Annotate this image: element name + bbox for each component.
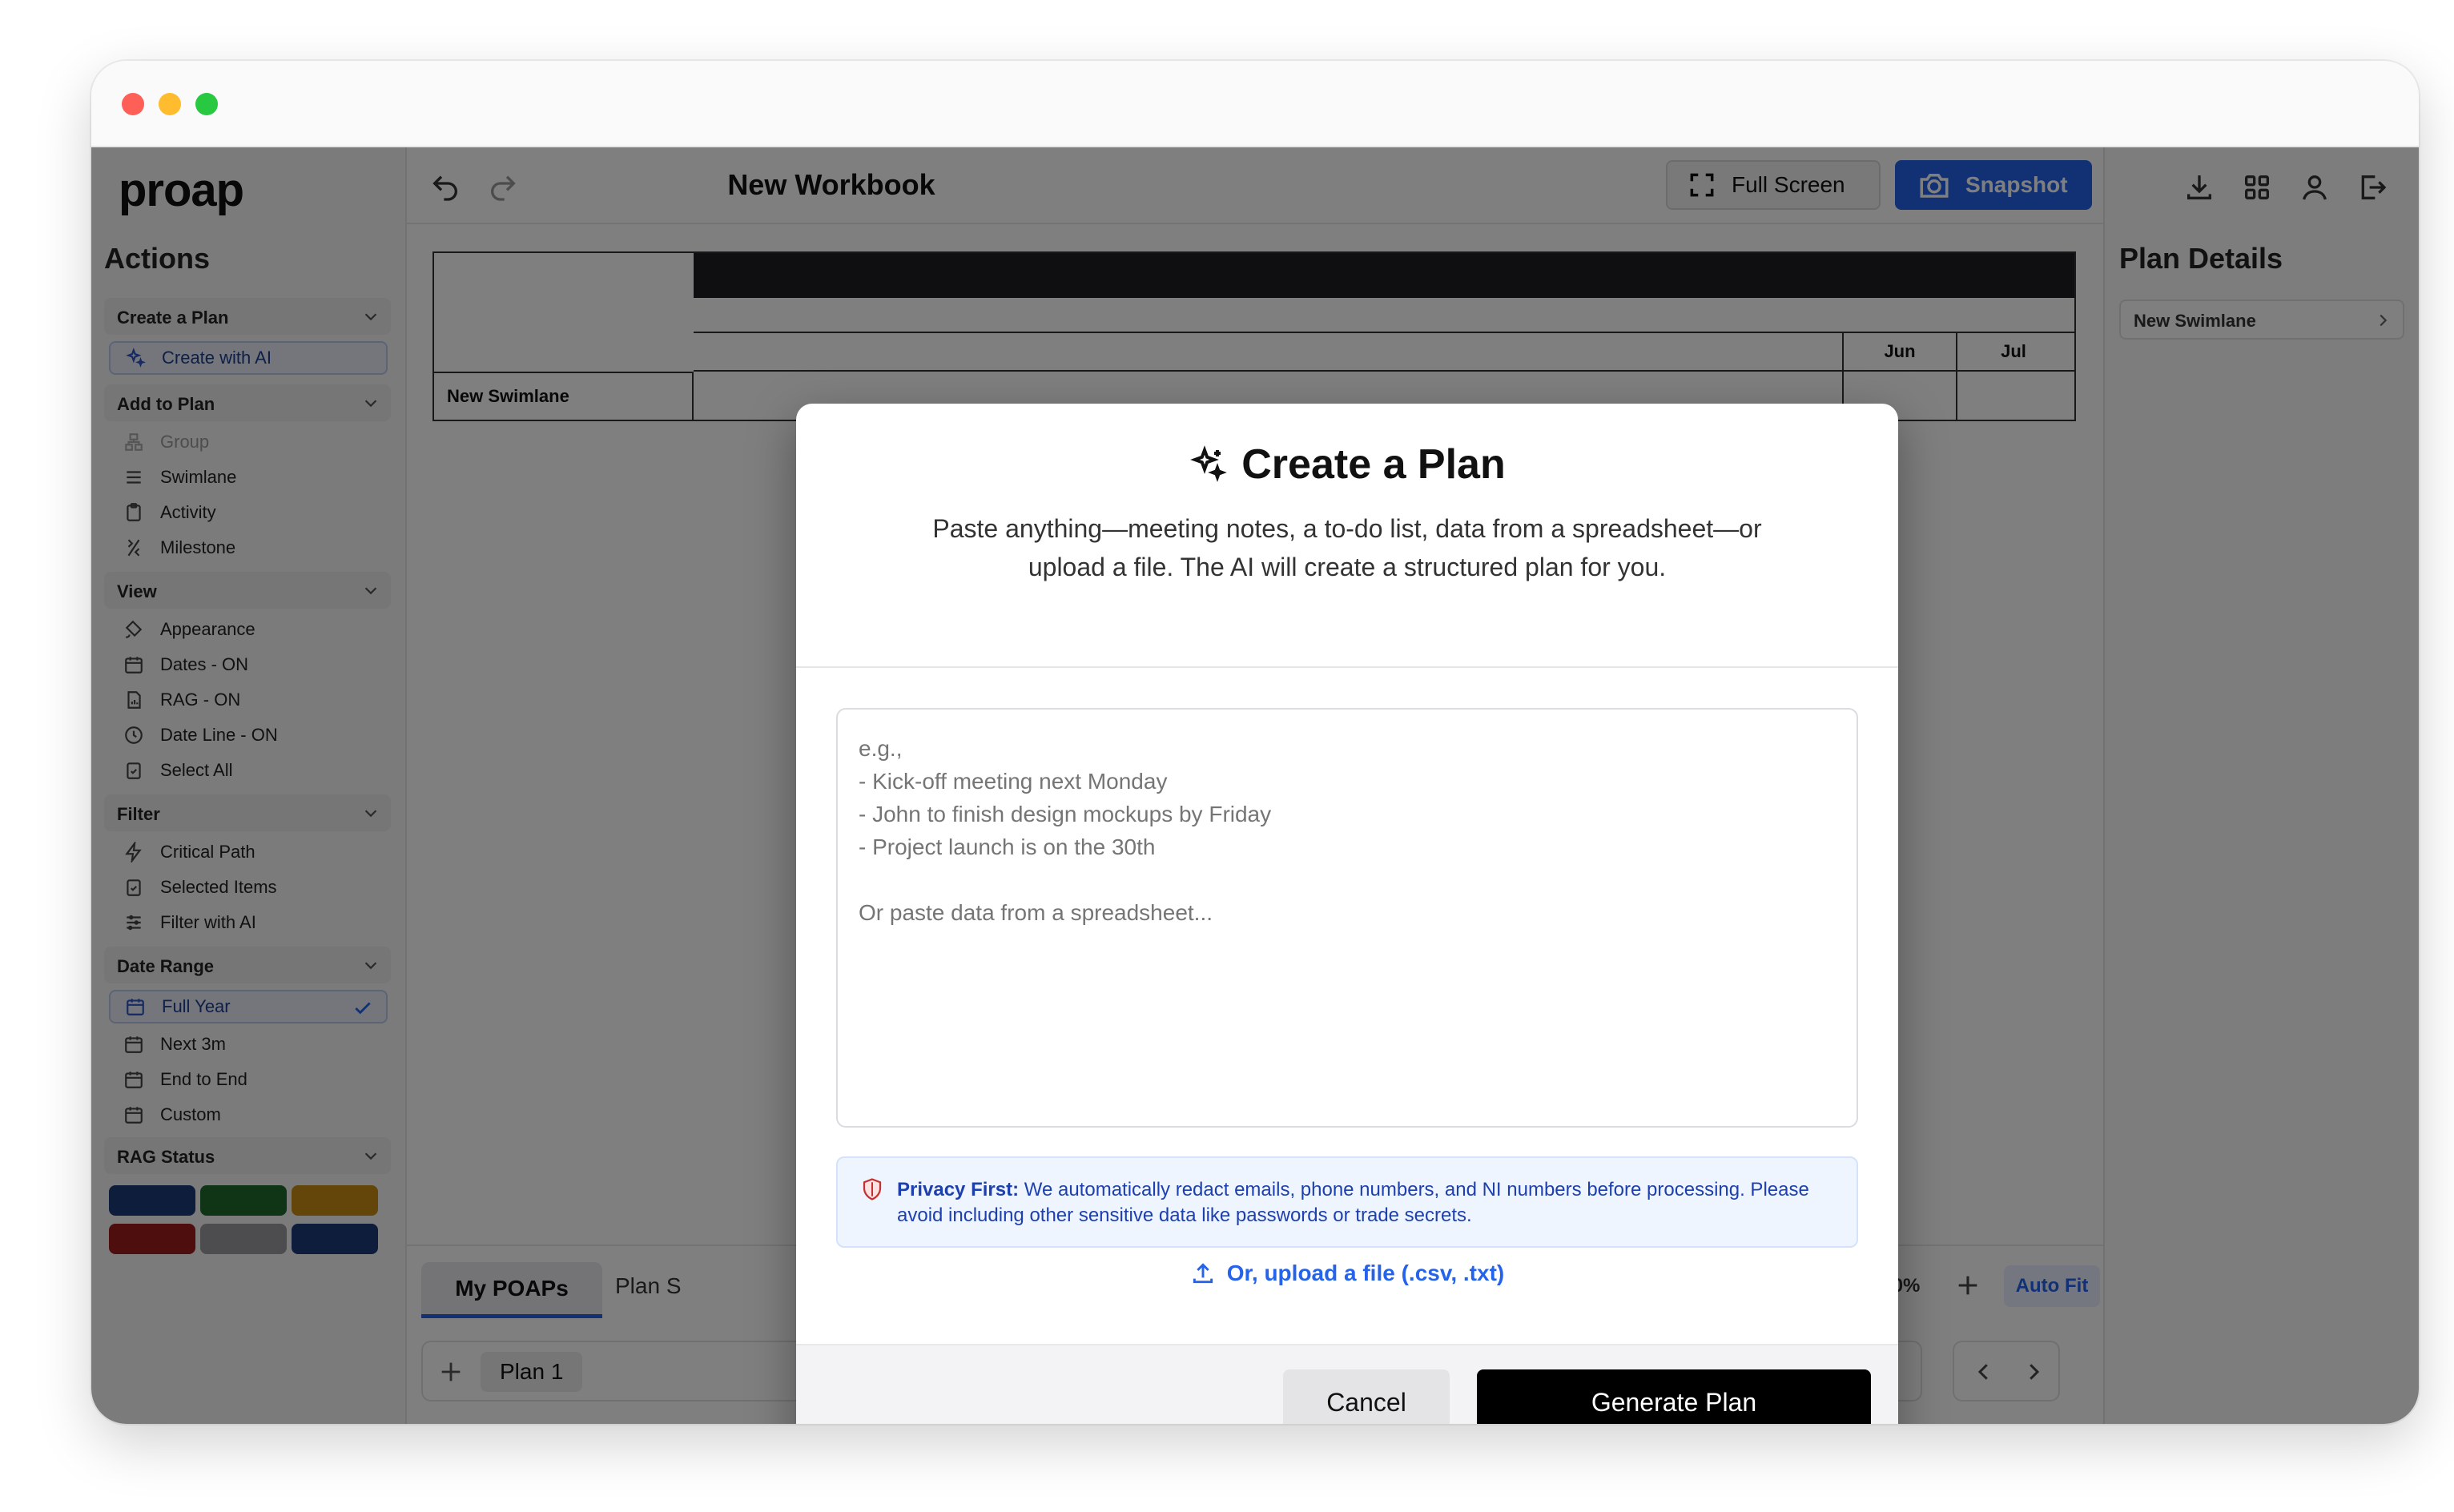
dialog-description: Paste anything—meeting notes, a to-do li… bbox=[932, 514, 1762, 581]
dialog-footer: Cancel Generate Plan bbox=[796, 1344, 1898, 1424]
close-window-button[interactable] bbox=[122, 93, 144, 115]
minimize-window-button[interactable] bbox=[159, 93, 181, 115]
app-body: proap Actions Create a Plan Create with … bbox=[91, 147, 2419, 1424]
cancel-button[interactable]: Cancel bbox=[1283, 1369, 1450, 1424]
shield-icon bbox=[863, 1178, 882, 1200]
privacy-text: We automatically redact emails, phone nu… bbox=[897, 1179, 1809, 1226]
upload-label: Or, upload a file (.csv, .txt) bbox=[1226, 1261, 1505, 1285]
privacy-label: Privacy First: bbox=[897, 1179, 1020, 1200]
privacy-notice: Privacy First: We automatically redact e… bbox=[836, 1156, 1858, 1248]
zoom-window-button[interactable] bbox=[195, 93, 218, 115]
dialog-title: Create a Plan bbox=[796, 440, 1898, 489]
upload-icon bbox=[1193, 1263, 1213, 1284]
dialog-title-text: Create a Plan bbox=[1241, 441, 1506, 488]
generate-plan-button[interactable]: Generate Plan bbox=[1477, 1369, 1871, 1424]
app-window: proap Actions Create a Plan Create with … bbox=[91, 61, 2419, 1424]
create-plan-dialog: Create a Plan Paste anything—meeting not… bbox=[796, 404, 1898, 1424]
dialog-header: Create a Plan Paste anything—meeting not… bbox=[796, 404, 1898, 668]
plan-input-textarea[interactable] bbox=[836, 708, 1858, 1128]
title-bar bbox=[91, 61, 2419, 147]
upload-file-link[interactable]: Or, upload a file (.csv, .txt) bbox=[796, 1261, 1898, 1286]
sparkles-icon bbox=[1190, 445, 1228, 482]
